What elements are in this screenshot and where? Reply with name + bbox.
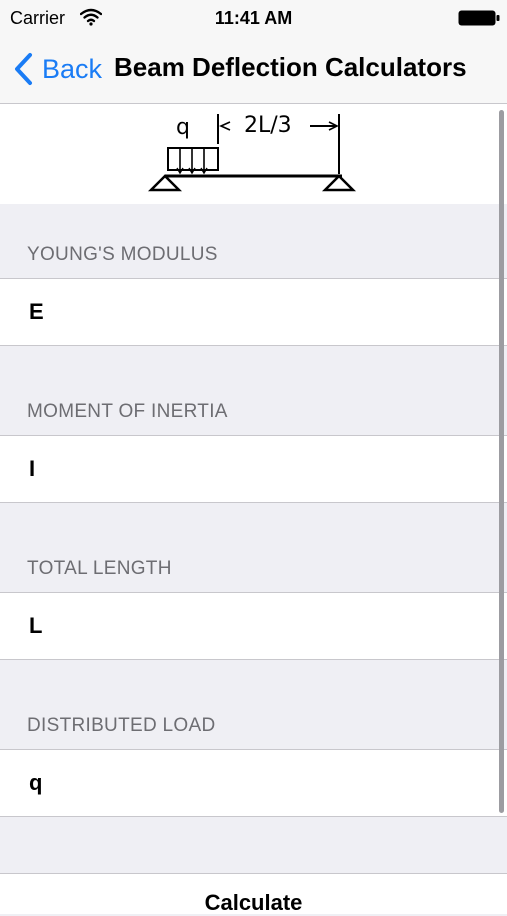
calculate-cell: Calculate — [0, 873, 507, 916]
field-cell-moment-of-inertia — [0, 435, 507, 503]
calculate-button[interactable]: Calculate — [0, 890, 507, 916]
distributed-load-input[interactable] — [27, 769, 471, 797]
section-header-moment-of-inertia: MOMENT OF INERTIA — [27, 401, 228, 422]
section-header-youngs-modulus: YOUNG'S MODULUS — [27, 244, 218, 265]
back-button[interactable]: Back — [12, 50, 102, 88]
beam-diagram: q 2L/3 — [0, 104, 507, 204]
chevron-left-icon — [15, 53, 32, 85]
moment-of-inertia-input[interactable] — [27, 455, 471, 483]
status-time: 11:41 AM — [214, 8, 293, 28]
youngs-modulus-input[interactable] — [27, 298, 471, 326]
dimension-label: 2L/3 — [244, 113, 292, 138]
load-label: q — [176, 115, 190, 140]
beam-diagram-drawing: q 2L/3 — [147, 113, 357, 192]
page-title: Beam Deflection Calculators — [114, 52, 467, 82]
field-cell-distributed-load — [0, 749, 507, 817]
section-header-total-length: TOTAL LENGTH — [27, 558, 172, 579]
back-label: Back — [42, 53, 103, 84]
total-length-input[interactable] — [27, 612, 471, 640]
navigation-bar: Carrier 11:41 AM Back Beam Deflection Ca… — [0, 0, 507, 104]
field-cell-youngs-modulus — [0, 278, 507, 346]
field-cell-total-length — [0, 592, 507, 660]
scroll-indicator[interactable] — [499, 110, 504, 813]
section-header-distributed-load: DISTRIBUTED LOAD — [27, 715, 216, 736]
battery-icon — [458, 10, 500, 26]
